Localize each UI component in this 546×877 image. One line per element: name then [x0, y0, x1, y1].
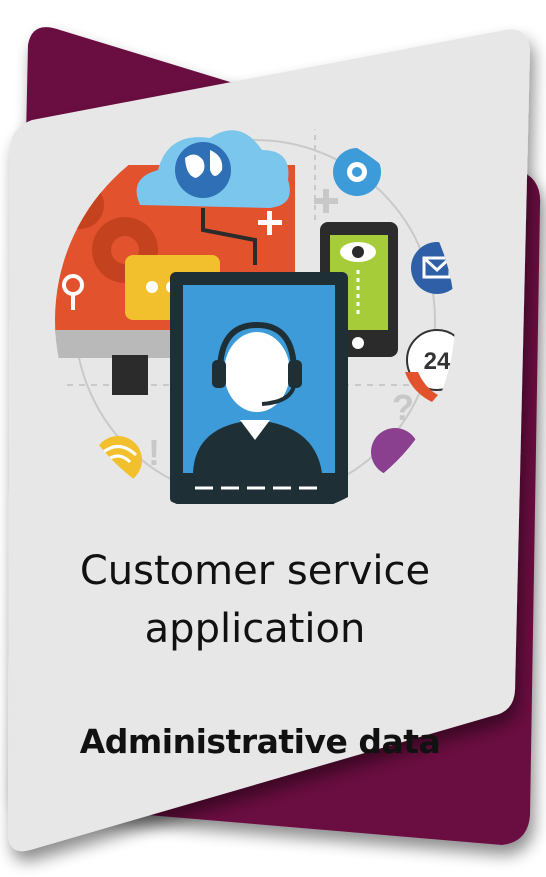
- card-title-line-2: application: [144, 606, 366, 652]
- card-title-line-1: Customer service: [79, 548, 431, 594]
- eye-icon: [340, 242, 376, 262]
- exclamation-icon: !: [148, 432, 160, 473]
- question-mark-icon: ?: [392, 387, 414, 428]
- globe-icon: [175, 142, 231, 198]
- card-subtitle: Administrative data: [79, 722, 441, 761]
- clock-label: 24: [424, 348, 451, 375]
